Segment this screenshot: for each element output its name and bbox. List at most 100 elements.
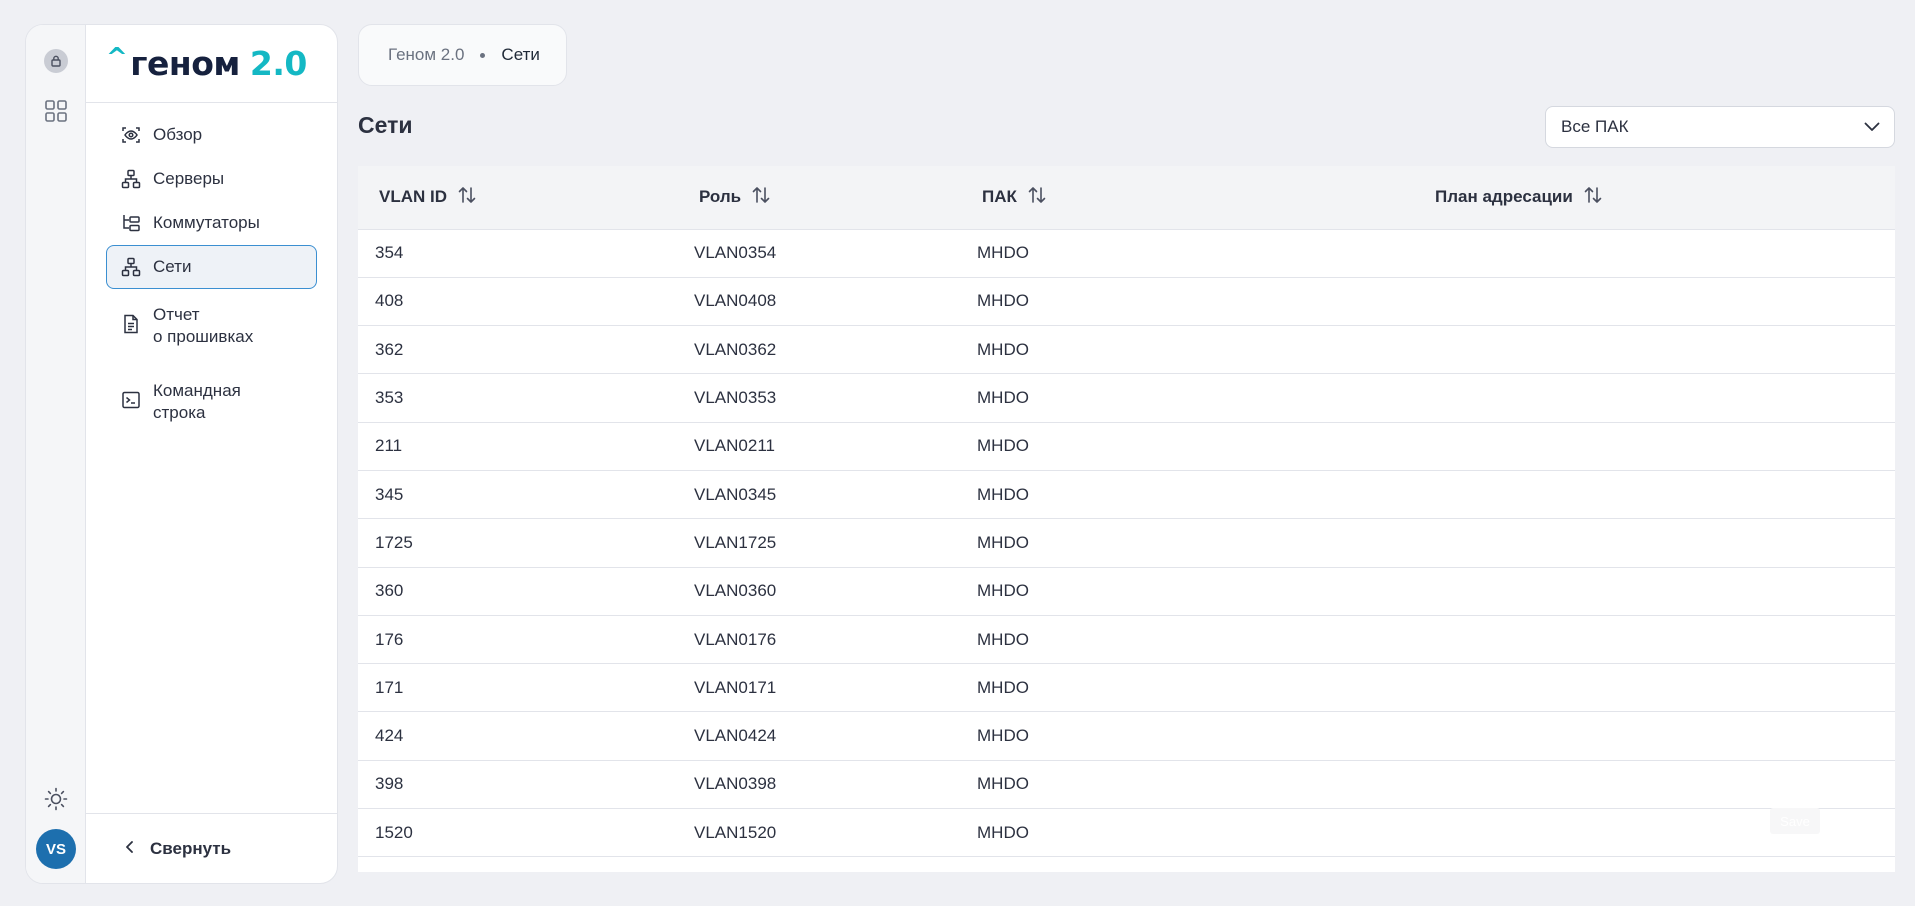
column-header-vlan-id[interactable]: VLAN ID [358,166,678,229]
terminal-icon [121,390,141,410]
collapse-label: Свернуть [150,838,232,858]
cell-pak: MHDO [977,774,1029,794]
sidebar-item-label: Командная строка [153,381,241,422]
cell-vlan-id: 398 [375,774,404,794]
table-row[interactable]: 211 VLAN0211 MHDO [358,422,1895,470]
table-row[interactable]: 171 VLAN0171 MHDO [358,663,1895,712]
column-header-pak[interactable]: ПАК [961,166,1414,229]
sidebar-item-label: Обзор [153,125,203,144]
cell-pak: MHDO [977,532,1029,552]
network-tree-icon [121,257,141,277]
cell-role: VLAN0354 [694,243,777,263]
table-row[interactable]: 424 VLAN0424 MHDO [358,711,1895,760]
sort-icon[interactable] [1027,185,1047,210]
table-row[interactable]: 1520 VLAN1520 MHDO [358,808,1895,857]
breadcrumb-item-home[interactable]: Геном 2.0 [388,45,464,65]
cell-addressing-plan [1414,567,1895,615]
logo-word: геном [130,44,240,83]
cell-role: VLAN0353 [694,388,777,408]
column-header-role[interactable]: Роль [678,166,961,229]
switch-hierarchy-icon [121,213,141,233]
cell-addressing-plan [1414,664,1895,712]
logo[interactable]: ^ геном 2.0 [86,25,337,103]
cell-pak: MHDO [977,243,1029,263]
table-row[interactable]: 345 VLAN0345 MHDO [358,470,1895,518]
sidebar-item-firmware-report[interactable]: Отчет о прошивках [106,293,317,357]
cell-vlan-id: 362 [375,339,404,359]
sidebar-item-servers[interactable]: Серверы [106,157,317,201]
lock-icon[interactable] [44,49,68,73]
apps-grid-icon[interactable] [44,99,68,123]
nav-list: Обзор Серверы Коммутаторы Сети Отчет о п… [86,103,337,433]
cell-pak: MHDO [977,629,1029,649]
cell-pak: MHDO [977,291,1029,311]
cell-role: VLAN0211 [694,436,775,456]
cell-vlan-id: 176 [375,629,404,649]
cell-pak: MHDO [977,339,1029,359]
cell-addressing-plan [1414,519,1895,567]
sort-icon[interactable] [457,185,477,210]
cell-pak: MHDO [977,726,1029,746]
sort-icon[interactable] [1583,185,1603,210]
cell-pak: MHDO [977,484,1029,504]
logo-version: 2.0 [249,44,307,83]
cell-addressing-plan [1414,470,1895,518]
cell-role: VLAN0398 [694,774,777,794]
cell-pak: MHDO [977,677,1029,697]
network-tree-icon [121,169,141,189]
cell-role: VLAN1520 [694,822,777,842]
sidebar-item-label: Серверы [153,169,225,188]
cell-vlan-id: 211 [375,436,403,456]
chevron-down-icon [1864,117,1880,137]
breadcrumb-separator [480,52,486,58]
eye-scan-icon [121,125,141,145]
sidebar-item-label: Сети [153,257,192,276]
cell-vlan-id: 1725 [375,532,413,552]
cell-vlan-id: 171 [375,677,404,697]
table-row[interactable]: 362 VLAN0362 MHDO [358,325,1895,374]
cell-addressing-plan [1414,229,1895,277]
cell-pak: MHDO [977,581,1029,601]
sun-theme-icon[interactable] [44,787,68,811]
table-row[interactable]: 408 VLAN0408 MHDO [358,277,1895,325]
avatar[interactable]: VS [36,829,76,869]
cell-addressing-plan [1414,277,1895,325]
table-row[interactable]: 176 VLAN0176 MHDO [358,615,1895,663]
cell-role: VLAN0408 [694,291,777,311]
networks-table: VLAN ID Роль ПАК План адресации 354 VLAN… [358,166,1895,872]
table-row[interactable]: 1725 VLAN1725 MHDO [358,518,1895,567]
cell-addressing-plan [1414,712,1895,760]
table-row[interactable]: 354 VLAN0354 MHDO [358,229,1895,277]
table-row[interactable]: 398 VLAN0398 MHDO [358,760,1895,808]
icon-rail: VS [26,25,86,883]
logo-caret: ^ [106,42,128,73]
cell-addressing-plan [1414,809,1895,857]
cell-vlan-id: 424 [375,726,404,746]
sort-icon[interactable] [751,185,771,210]
sidebar-item-command-line[interactable]: Командная строка [106,369,317,433]
save-button[interactable]: Save [1770,808,1820,834]
cell-pak: MHDO [977,436,1029,456]
collapse-button[interactable]: Свернуть [86,813,337,883]
sidebar-item-label: Отчет о прошивках [153,305,254,346]
cell-addressing-plan [1414,760,1895,808]
cell-addressing-plan [1414,374,1895,422]
nav-panel: ^ геном 2.0 Обзор Серверы Коммутаторы Се… [86,25,337,883]
sidebar-item-label: Коммутаторы [153,213,260,232]
sidebar-item-networks[interactable]: Сети [106,245,317,289]
table-row[interactable]: 353 VLAN0353 MHDO [358,373,1895,422]
table-body: 354 VLAN0354 MHDO 408 VLAN0408 MHDO 362 VLAN036… [358,229,1895,857]
page-title: Сети [358,112,413,138]
table-header-row: VLAN ID Роль ПАК План адресации [358,166,1895,229]
sidebar-item-overview[interactable]: Обзор [106,113,317,157]
pak-filter-select[interactable]: Все ПАК [1545,106,1895,148]
column-header-addressing-plan[interactable]: План адресации [1414,166,1895,229]
cell-addressing-plan [1414,326,1895,374]
column-header-label: VLAN ID [379,187,447,207]
cell-pak: MHDO [977,388,1029,408]
cell-vlan-id: 1520 [375,822,413,842]
cell-addressing-plan [1414,615,1895,663]
table-row[interactable]: 360 VLAN0360 MHDO [358,567,1895,615]
cell-vlan-id: 354 [375,243,404,263]
sidebar-item-switches[interactable]: Коммутаторы [106,201,317,245]
